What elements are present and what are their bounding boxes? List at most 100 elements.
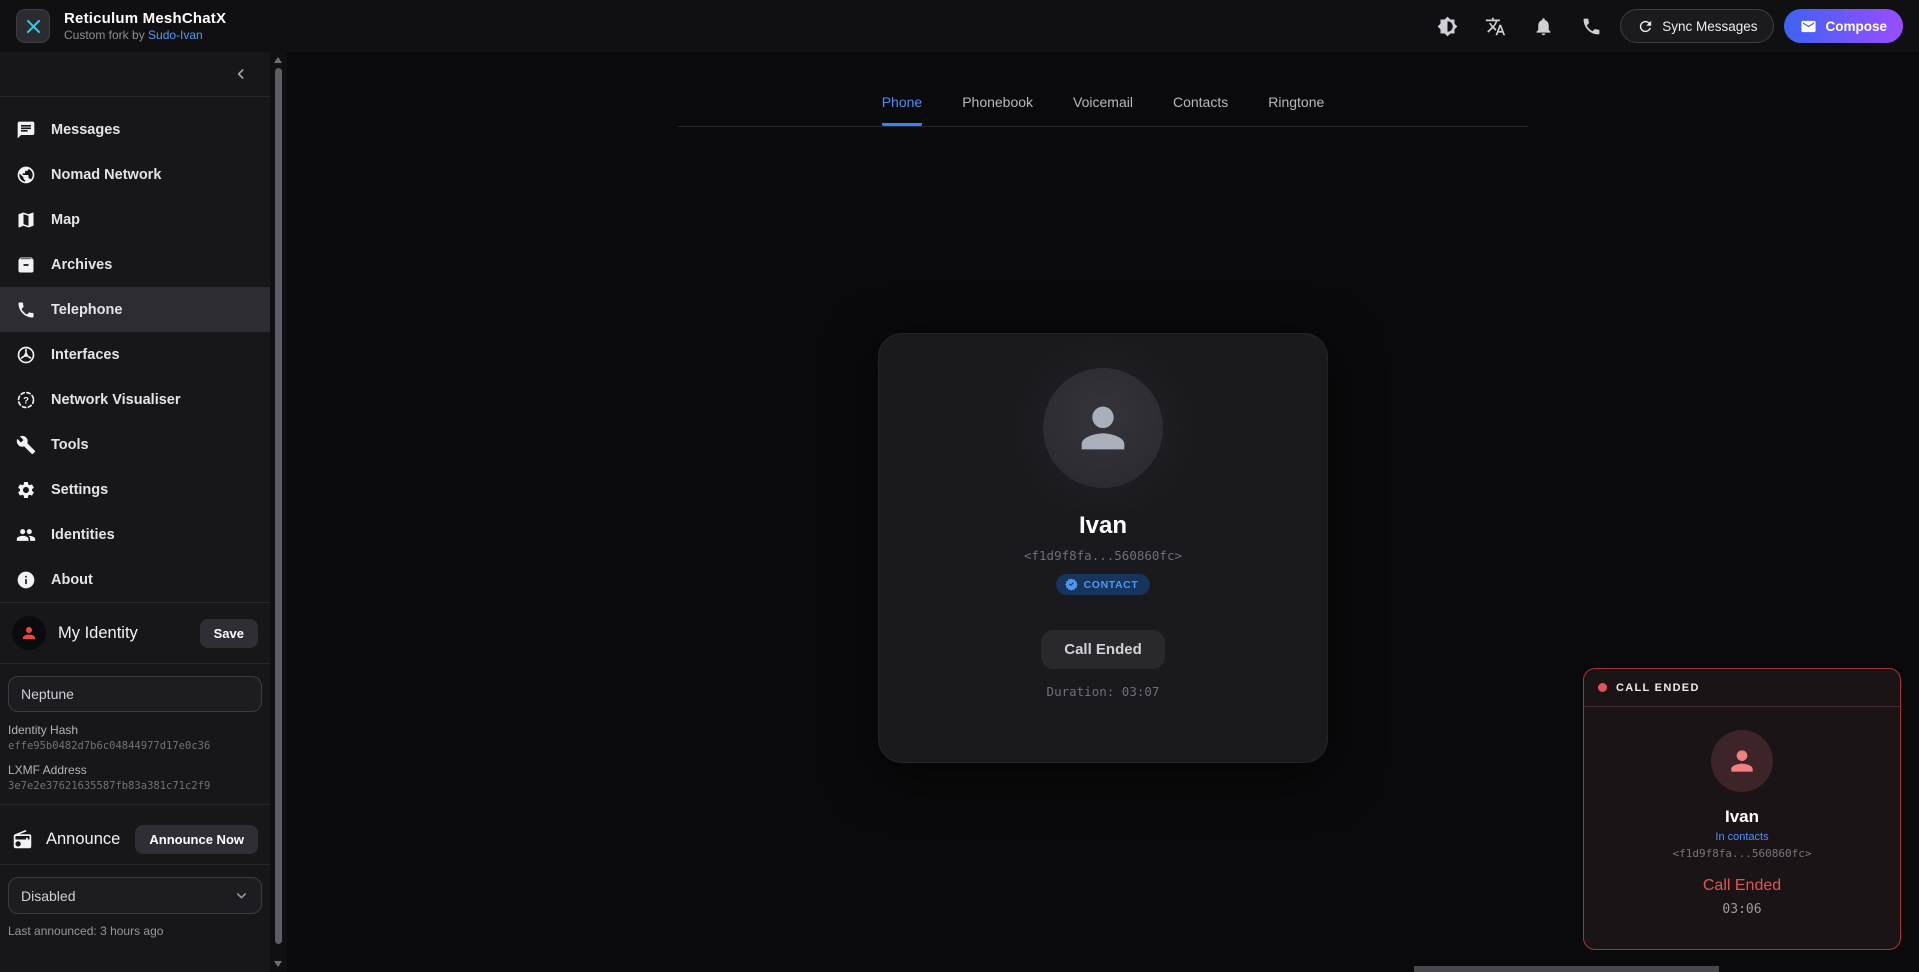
phone-icon (1581, 16, 1602, 37)
app-title: Reticulum MeshChatX (64, 10, 226, 27)
app-logo[interactable] (16, 9, 50, 43)
map-icon (16, 210, 36, 230)
sidebar-item-label: Interfaces (51, 347, 120, 363)
tab-phonebook[interactable]: Phonebook (962, 94, 1033, 126)
caller-hash: <f1d9f8fa...560860fc> (1672, 847, 1811, 860)
compose-label: Compose (1825, 19, 1887, 34)
sync-messages-button[interactable]: Sync Messages (1620, 9, 1774, 43)
scroll-down-arrow-icon[interactable] (274, 961, 282, 967)
telephone-tabs: Phone Phonebook Voicemail Contacts Ringt… (287, 94, 1919, 126)
chevron-down-icon (234, 888, 249, 903)
announce-row: Announce Announce Now (0, 815, 270, 864)
tabs-divider (678, 126, 1528, 127)
x-logo-icon (24, 17, 43, 36)
sidebar-item-interfaces[interactable]: Interfaces (0, 332, 270, 377)
sidebar-item-label: Settings (51, 482, 108, 498)
in-contacts-note: In contacts (1715, 831, 1768, 843)
my-identity-row: My Identity Save (0, 603, 270, 663)
author-link[interactable]: Sudo-Ivan (148, 28, 203, 42)
announce-now-button[interactable]: Announce Now (135, 825, 258, 854)
chat-icon (16, 120, 36, 140)
identity-hash-block: Identity Hash effe95b0482d7b6c04844977d1… (0, 712, 270, 752)
collapse-sidebar-button[interactable] (228, 61, 254, 87)
call-ended-popup[interactable]: CALL ENDED Ivan In contacts <f1d9f8fa...… (1583, 668, 1901, 950)
app-header: Reticulum MeshChatX Custom fork by Sudo-… (0, 0, 1919, 52)
compose-button[interactable]: Compose (1784, 9, 1903, 43)
dashed-circle-question-icon: ? (16, 390, 36, 410)
mail-icon (1800, 18, 1817, 35)
call-duration: Duration: 03:07 (1047, 684, 1160, 699)
sidebar-item-archives[interactable]: Archives (0, 242, 270, 287)
bell-icon (1533, 16, 1554, 37)
divider (0, 864, 270, 865)
lxmf-address-block: LXMF Address 3e7e2e37621635587fb83a381c7… (0, 752, 270, 792)
sidebar-item-label: About (51, 572, 93, 588)
refresh-icon (1637, 18, 1654, 35)
chevron-left-icon (233, 66, 249, 82)
sidebar-item-label: Identities (51, 527, 115, 543)
last-announced-text: Last announced: 3 hours ago (0, 920, 270, 938)
popup-title: CALL ENDED (1616, 682, 1700, 694)
brightness-icon (1437, 16, 1458, 37)
telephone-header-button[interactable] (1572, 7, 1610, 45)
theme-toggle-button[interactable] (1428, 7, 1466, 45)
sidebar-nav: Messages Nomad Network Map Archives Tele… (0, 97, 270, 602)
announce-interval-value: Disabled (21, 888, 75, 904)
globe-icon (16, 165, 36, 185)
contact-badge: CONTACT (1056, 574, 1151, 595)
people-icon (16, 525, 36, 545)
announce-interval-select[interactable]: Disabled (8, 877, 262, 914)
verified-check-icon (1065, 578, 1078, 591)
language-button[interactable] (1476, 7, 1514, 45)
scroll-up-arrow-icon[interactable] (274, 57, 282, 63)
gear-icon (16, 480, 36, 500)
sidebar-item-label: Nomad Network (51, 167, 161, 183)
lxmf-address-label: LXMF Address (8, 763, 262, 777)
archive-icon (16, 255, 36, 275)
header-actions: Sync Messages Compose (1428, 7, 1903, 45)
sidebar-item-network-visualiser[interactable]: ? Network Visualiser (0, 377, 270, 422)
sidebar-item-nomad-network[interactable]: Nomad Network (0, 152, 270, 197)
save-button[interactable]: Save (200, 619, 258, 648)
identity-name-input[interactable] (8, 676, 262, 712)
tab-voicemail[interactable]: Voicemail (1073, 94, 1133, 126)
avatar (12, 616, 46, 650)
app-subtitle: Custom fork by Sudo-Ivan (64, 28, 226, 42)
phone-icon (16, 300, 36, 320)
call-status-pill: Call Ended (1041, 630, 1165, 669)
sidebar-item-telephone[interactable]: Telephone (0, 287, 270, 332)
sidebar: Messages Nomad Network Map Archives Tele… (0, 52, 270, 972)
sidebar-item-identities[interactable]: Identities (0, 512, 270, 557)
sidebar-item-messages[interactable]: Messages (0, 107, 270, 152)
call-card: Ivan <f1d9f8fa...560860fc> CONTACT Call … (878, 333, 1328, 763)
sidebar-scrollbar[interactable] (270, 52, 287, 972)
sidebar-item-tools[interactable]: Tools (0, 422, 270, 467)
caller-hash: <f1d9f8fa...560860fc> (1024, 548, 1182, 563)
divider (0, 663, 270, 664)
tab-contacts[interactable]: Contacts (1173, 94, 1228, 126)
caller-name: Ivan (1079, 512, 1127, 540)
avatar (1711, 730, 1773, 792)
horizontal-scrollbar-thumb[interactable] (1414, 966, 1719, 972)
sidebar-item-label: Tools (51, 437, 89, 453)
tab-ringtone[interactable]: Ringtone (1268, 94, 1324, 126)
subtitle-prefix: Custom fork by (64, 28, 148, 42)
svg-text:?: ? (23, 395, 29, 406)
title-block: Reticulum MeshChatX Custom fork by Sudo-… (64, 10, 226, 42)
sidebar-item-label: Network Visualiser (51, 392, 181, 408)
popup-body: Ivan In contacts <f1d9f8fa...560860fc> C… (1584, 707, 1900, 917)
popup-header: CALL ENDED (1584, 669, 1900, 707)
contact-badge-label: CONTACT (1084, 579, 1139, 591)
hub-icon (16, 345, 36, 365)
notifications-button[interactable] (1524, 7, 1562, 45)
identity-hash-label: Identity Hash (8, 723, 262, 737)
sync-messages-label: Sync Messages (1662, 19, 1757, 34)
tab-phone[interactable]: Phone (882, 94, 922, 126)
identity-hash-value: effe95b0482d7b6c04844977d17e0c36 (8, 740, 262, 752)
wrench-icon (16, 435, 36, 455)
sidebar-item-map[interactable]: Map (0, 197, 270, 242)
person-icon (1726, 745, 1758, 777)
scrollbar-thumb[interactable] (275, 68, 282, 944)
sidebar-item-settings[interactable]: Settings (0, 467, 270, 512)
sidebar-item-about[interactable]: About (0, 557, 270, 602)
